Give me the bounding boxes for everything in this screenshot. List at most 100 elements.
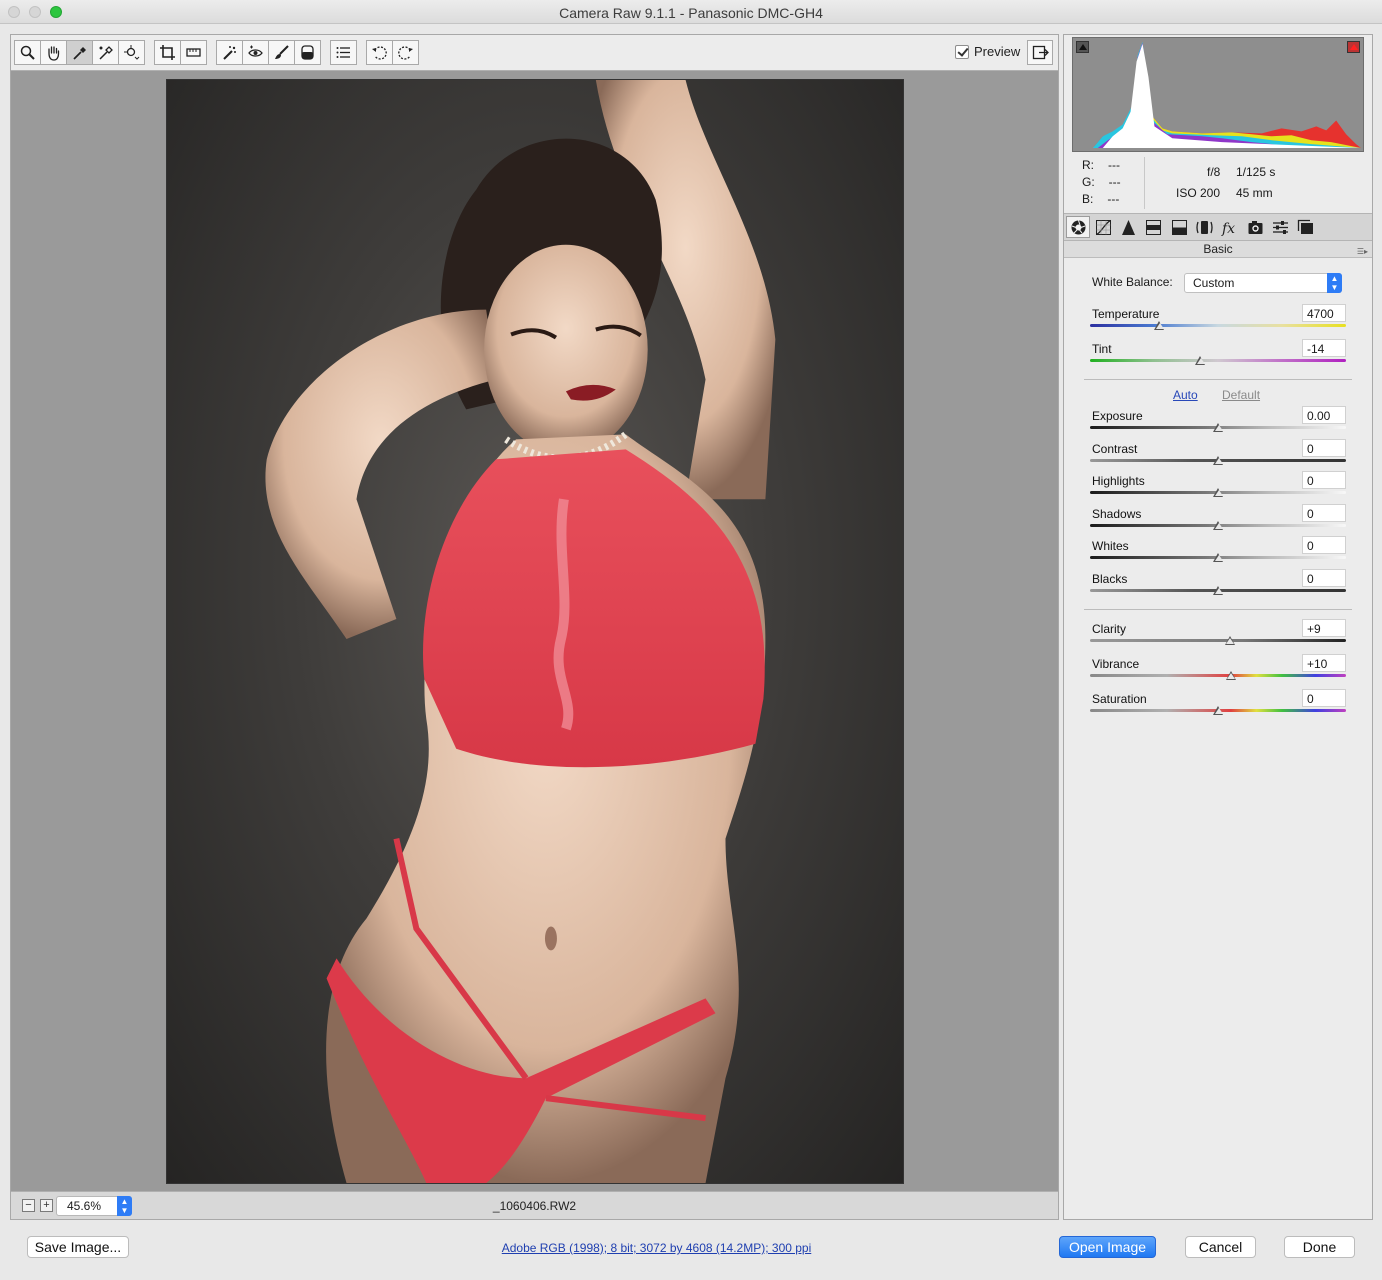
lens-icon — [1196, 220, 1213, 234]
shadows-input[interactable]: 0 — [1302, 503, 1346, 522]
exposure-thumb[interactable] — [1213, 423, 1224, 433]
fullscreen-button[interactable] — [1027, 40, 1053, 65]
svg-text:fx: fx — [1221, 221, 1235, 236]
panel-menu-icon[interactable]: ☰▸ — [1357, 244, 1368, 260]
section-divider — [1084, 379, 1352, 380]
clarity-thumb[interactable] — [1224, 636, 1236, 646]
whites-input[interactable]: 0 — [1302, 536, 1346, 554]
clarity-slider[interactable]: Clarity +9 — [1090, 619, 1346, 656]
blacks-slider[interactable]: Blacks 0 — [1090, 568, 1346, 606]
hand-tool-icon[interactable] — [40, 40, 67, 65]
tab-presets[interactable] — [1268, 216, 1292, 238]
white-balance-value: Custom — [1193, 276, 1235, 290]
highlight-clipping-warning-icon[interactable] — [1347, 41, 1360, 53]
temperature-input[interactable]: 4700 — [1302, 304, 1346, 322]
tint-label: Tint — [1092, 342, 1112, 356]
image-canvas[interactable] — [11, 71, 1058, 1191]
highlights-thumb[interactable] — [1213, 488, 1224, 498]
shadows-thumb[interactable] — [1213, 520, 1224, 531]
blacks-input[interactable]: 0 — [1302, 568, 1346, 587]
tab-split-toning[interactable] — [1167, 216, 1191, 238]
whites-label: Whites — [1092, 539, 1129, 553]
fullscreen-icon — [1032, 45, 1049, 60]
rotate-left-icon[interactable] — [366, 40, 393, 65]
blacks-label: Blacks — [1092, 571, 1128, 586]
adjustment-brush-icon[interactable] — [268, 40, 295, 65]
zoom-tool-icon[interactable] — [14, 40, 41, 65]
image-pane: Preview − + 45.6% ▲ ▼ _1060406.RW2 — [10, 34, 1059, 1220]
done-button[interactable]: Done — [1284, 1236, 1355, 1258]
vibrance-slider[interactable]: Vibrance +10 — [1090, 654, 1346, 691]
vibrance-track[interactable] — [1090, 674, 1346, 677]
detail-icon — [1122, 219, 1136, 235]
tab-lens-corrections[interactable] — [1192, 216, 1216, 238]
tab-snapshots[interactable] — [1294, 216, 1318, 238]
straighten-tool-icon[interactable] — [180, 40, 207, 65]
exposure-input[interactable]: 0.00 — [1302, 406, 1346, 424]
temperature-slider[interactable]: Temperature 4700 — [1090, 304, 1346, 341]
saturation-thumb[interactable] — [1213, 706, 1224, 716]
title-bar: Camera Raw 9.1.1 - Panasonic DMC-GH4 — [0, 0, 1382, 24]
b-value: --- — [1107, 192, 1120, 206]
red-eye-tool-icon[interactable] — [242, 40, 269, 65]
tab-basic[interactable] — [1066, 216, 1090, 238]
file-name: _1060406.RW2 — [492, 1199, 577, 1213]
g-value: --- — [1108, 175, 1121, 189]
presets-icon — [1272, 220, 1288, 234]
tab-detail[interactable] — [1117, 216, 1141, 238]
tint-thumb[interactable] — [1195, 356, 1206, 366]
spot-removal-tool-icon[interactable] — [216, 40, 243, 65]
white-balance-tool-icon[interactable] — [66, 40, 93, 65]
saturation-input[interactable]: 0 — [1302, 689, 1346, 707]
graduated-filter-icon[interactable] — [294, 40, 321, 65]
rotate-right-icon[interactable] — [392, 40, 419, 65]
tab-hsl[interactable] — [1142, 216, 1166, 238]
tone-curve-icon — [1095, 219, 1111, 235]
temperature-track[interactable] — [1090, 324, 1346, 327]
cancel-button[interactable]: Cancel — [1185, 1236, 1256, 1258]
white-balance-stepper-icon[interactable]: ▲ ▼ — [1327, 273, 1342, 293]
vibrance-thumb[interactable] — [1225, 671, 1237, 681]
highlights-input[interactable]: 0 — [1302, 471, 1346, 489]
whites-thumb[interactable] — [1213, 553, 1224, 563]
open-image-button[interactable]: Open Image — [1059, 1236, 1156, 1258]
saturation-slider[interactable]: Saturation 0 — [1090, 689, 1346, 726]
photo-image — [265, 80, 776, 1183]
saturation-label: Saturation — [1092, 692, 1147, 706]
tint-input[interactable]: -14 — [1302, 339, 1346, 357]
preview-toggle[interactable]: Preview — [955, 44, 1020, 59]
shutter-value: 1/125 s — [1236, 165, 1276, 179]
shadow-clipping-warning-icon[interactable] — [1076, 41, 1089, 53]
auto-link[interactable]: Auto — [1173, 388, 1198, 402]
crop-tool-icon[interactable] — [154, 40, 181, 65]
focal-length-value: 45 mm — [1236, 186, 1273, 200]
panel-title-text: Basic — [1203, 242, 1233, 256]
contrast-input[interactable]: 0 — [1302, 438, 1346, 457]
default-link[interactable]: Default — [1222, 388, 1260, 402]
vibrance-label: Vibrance — [1092, 657, 1140, 671]
vibrance-input[interactable]: +10 — [1302, 654, 1346, 672]
tint-slider[interactable]: Tint -14 — [1090, 339, 1346, 376]
color-sampler-tool-icon[interactable] — [92, 40, 119, 65]
photo-preview[interactable] — [166, 79, 904, 1184]
preview-label: Preview — [974, 44, 1021, 59]
white-balance-select[interactable]: Custom ▲ ▼ — [1184, 273, 1342, 293]
window-title: Camera Raw 9.1.1 - Panasonic DMC-GH4 — [559, 5, 823, 21]
tint-track[interactable] — [1090, 359, 1346, 362]
aperture-value: f/8 — [1207, 165, 1221, 179]
clarity-input[interactable]: +9 — [1302, 619, 1346, 637]
tab-camera-calibration[interactable] — [1243, 216, 1267, 238]
tab-effects[interactable]: fx — [1218, 216, 1242, 238]
preview-checkbox[interactable] — [955, 44, 969, 59]
tab-tone-curve[interactable] — [1091, 216, 1115, 238]
camera-icon — [1248, 220, 1263, 234]
histogram — [1072, 37, 1364, 152]
blacks-thumb[interactable] — [1213, 585, 1224, 596]
temperature-thumb[interactable] — [1154, 321, 1165, 331]
rgb-values: R: --- G: --- B: --- — [1082, 157, 1121, 208]
clarity-track[interactable] — [1090, 639, 1346, 642]
list-icon[interactable] — [330, 40, 357, 65]
contrast-thumb[interactable] — [1213, 455, 1224, 466]
targeted-adjustment-tool-icon[interactable] — [118, 40, 145, 65]
auto-default-links: Auto Default — [1064, 388, 1364, 404]
